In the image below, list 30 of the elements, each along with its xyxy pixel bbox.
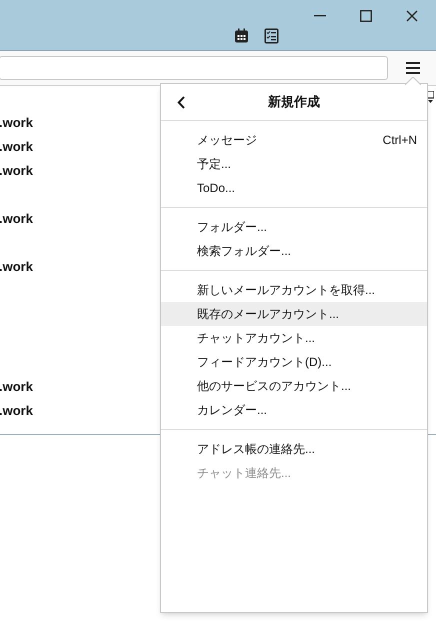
sender-text: .work xyxy=(0,258,33,276)
menu-item[interactable]: 検索フォルダー... xyxy=(161,239,427,263)
task-list-icon[interactable] xyxy=(264,28,279,44)
sender-text: .work xyxy=(0,402,33,420)
back-icon[interactable] xyxy=(177,96,185,108)
column-picker-icon[interactable] xyxy=(427,91,434,103)
menu-item[interactable]: カレンダー... xyxy=(161,398,427,422)
menu-item[interactable]: 予定... xyxy=(161,152,427,176)
maximize-icon[interactable] xyxy=(360,10,372,22)
close-icon[interactable] xyxy=(406,10,418,22)
menu-item[interactable]: アドレス帳の連絡先... xyxy=(161,437,427,461)
sender-text: .work xyxy=(0,378,33,396)
menu-item[interactable]: チャットアカウント... xyxy=(161,326,427,350)
calendar-icon[interactable] xyxy=(234,28,249,43)
menu-item[interactable]: フィードアカウント(D)... xyxy=(161,350,427,374)
sender-text: .work xyxy=(0,162,33,180)
sender-text: .work xyxy=(0,114,33,132)
menu-item[interactable]: 新しいメールアカウントを取得... xyxy=(161,278,427,302)
menu-item[interactable]: 既存のメールアカウント... xyxy=(161,302,427,326)
menu-item[interactable]: フォルダー... xyxy=(161,215,427,239)
menu-icon[interactable] xyxy=(406,62,420,74)
minimize-icon[interactable] xyxy=(314,15,326,17)
sender-text: .work xyxy=(0,210,33,228)
menu-item[interactable]: ToDo... xyxy=(161,176,427,200)
shortcut-text: Ctrl+N xyxy=(382,132,417,149)
menu-item[interactable]: メッセージ Ctrl+N xyxy=(161,128,427,152)
search-field[interactable] xyxy=(0,56,388,80)
menu-title: 新規作成 xyxy=(268,93,320,112)
sender-text: .work xyxy=(0,138,33,156)
menu-item[interactable]: 他のサービスのアカウント... xyxy=(161,374,427,398)
